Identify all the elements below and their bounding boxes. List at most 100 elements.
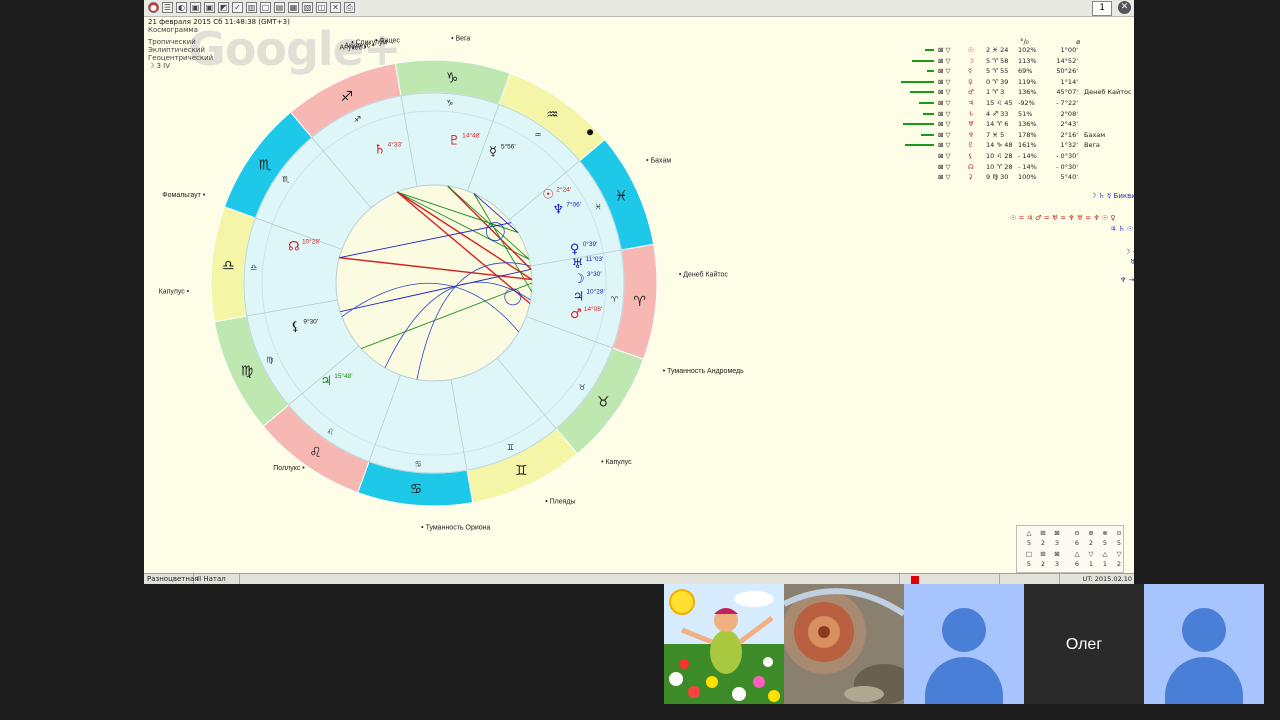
conjunct-star: Вега — [1084, 141, 1100, 150]
planet-position: 0 ♈ 39 — [986, 77, 1009, 86]
aspect-table-row[interactable]: ⊠ ▽ ☿ 5 ♈ 55 69% 50°26' — [900, 66, 1132, 77]
count-value: 5 — [1102, 539, 1108, 547]
fixed-star-label: Фомальгаут • — [162, 192, 206, 199]
page-number-field[interactable]: 1 — [1092, 1, 1112, 16]
fixed-star-label: • Туманность Ориона — [421, 525, 490, 532]
orb-value: 2°08' — [1060, 109, 1078, 118]
aspect-table-row[interactable]: ⊠ ▽ ☉ 2 ♓ 24 102% 1°00' — [900, 45, 1132, 56]
aspect-table-row[interactable]: ⊠ ▽ ☊ 10 ♈ 28 - 14% - 0°30' — [900, 162, 1132, 173]
aspect-table-row[interactable]: ⊠ ▽ ♇ 14 ♑ 48 161% 1°32' Вега — [900, 140, 1132, 151]
planet-glyph: ♇ — [448, 133, 460, 148]
aspect-table-row[interactable]: ⊠ ▽ ♀ 0 ♈ 39 119% 1°14' — [900, 77, 1132, 88]
orb-value: 14°52' — [1056, 56, 1078, 65]
planet-position: 2 ♓ 24 — [986, 46, 1009, 54]
toolbar-button-14[interactable]: ✕ — [330, 2, 341, 13]
count-value: 5 — [1116, 539, 1122, 547]
inner-sign-glyph: ♏ — [282, 175, 290, 184]
strength-percent: -92% — [1018, 98, 1035, 107]
aspect-table-row[interactable]: ⊠ ▽ ♄ 4 ♐ 33 51% 2°08' — [900, 109, 1132, 120]
strength-bar — [912, 59, 934, 62]
sign-glyph: ♌ — [309, 445, 322, 461]
toolbar-button-8[interactable]: ▥ — [246, 2, 257, 13]
orb-value: 45°07' — [1056, 88, 1078, 97]
astro-chart-wheel: ♈ ♉ ♊ ♋ ♌ ♍ ♎ ♏ ♐ ♑ ♒ ♓ ♈ ♉ ♊ ♋ ♌ ♍ ♎ ♏ ♐ ♑ ♒ ♓ ♇ 14°48' ☿ 5°56' ♄ 4°… — [159, 36, 744, 532]
toolbar-button-4[interactable]: ▣ — [190, 2, 201, 13]
aspect-table-row[interactable]: ⊠ ▽ ♂ 1 ♈ 3 136% 45°07' Денеб Кайтос — [900, 87, 1132, 98]
planet-glyph: ♅ — [572, 257, 584, 272]
strength-bar — [923, 112, 934, 115]
video-tile-avatar-2[interactable] — [1144, 584, 1264, 704]
toolbar-button-10[interactable]: ▤ — [274, 2, 285, 13]
count-symbol: ▽ — [1116, 550, 1122, 558]
toolbar-button-1[interactable]: ● — [148, 2, 159, 13]
video-tile-mandala[interactable] — [784, 584, 904, 704]
aspect-table-row[interactable]: ⊠ ▽ ⚸ 10 ♌ 28 - 14% - 0°30' — [900, 151, 1132, 162]
planet-glyph: ♂ — [968, 88, 974, 97]
planet-degree: 14°08' — [584, 305, 602, 313]
video-tile-cartoon[interactable] — [664, 584, 784, 704]
planet-glyph: ♄ — [374, 143, 386, 158]
toolbar-button-5[interactable]: ▣ — [204, 2, 215, 13]
toolbar-button-9[interactable]: ▢ — [260, 2, 271, 13]
avatar-body — [1165, 657, 1243, 704]
strength-bar — [919, 101, 934, 104]
toolbar-button-15[interactable]: ⎙ — [344, 2, 355, 13]
aspect-table-row[interactable]: ⊠ ▽ ♃ 15 ♌ 45 -92% - 7°22' — [900, 98, 1132, 109]
orb-value: 1°00' — [1060, 46, 1078, 54]
aspect-symbols: ⊠ ▽ — [938, 67, 951, 76]
aspect-table-row[interactable]: ⊠ ▽ ♆ 7 ♓ 5 178% 2°16' Бахам — [900, 130, 1132, 141]
toolbar-button-11[interactable]: ▦ — [288, 2, 299, 13]
inner-sign-glyph: ♌ — [327, 427, 334, 436]
planet-glyph: ♃ — [573, 290, 585, 305]
sign-glyph: ♎ — [222, 258, 235, 274]
aspect-counts: △ 5 □ 5 ⊞ 2 ⊞ 2 ⊠ 3 ⊠ 3 ⊖ 6 △ 6 ⊕ 2 ▽ 1 ⊗ 5 △ 1 ⊙ 5 ▽ 2 — [1016, 525, 1124, 573]
strength-percent: 69% — [1018, 67, 1033, 76]
planet-position: 14 ♑ 48 — [986, 141, 1013, 150]
video-tile-avatar-1[interactable] — [904, 584, 1024, 704]
planet-degree: 14°48' — [462, 131, 480, 139]
planet-degree: 10°28' — [302, 237, 320, 245]
planet-degree: 2°24' — [556, 186, 571, 194]
planet-degree: 4°33' — [388, 141, 403, 149]
sign-glyph: ♐ — [340, 89, 353, 105]
planet-glyph: ♃ — [968, 98, 974, 107]
inner-sign-glyph: ♓ — [594, 203, 601, 212]
strength-percent: - 14% — [1018, 162, 1037, 171]
ascendant-marker — [587, 129, 594, 136]
status-seg-b — [1000, 574, 1060, 584]
formula-line: ☽ → ♂ — [1124, 248, 1134, 256]
toolbar-button-6[interactable]: ◩ — [218, 2, 229, 13]
aspect-table-row[interactable]: ⊠ ▽ ⚳ 9 ♍ 30 100% 5°40' — [900, 172, 1132, 183]
fixed-star-label: • Бахам — [646, 158, 671, 165]
orb-value: 2°43' — [1060, 120, 1078, 129]
strength-bar — [910, 91, 934, 94]
orb-value: 1°14' — [1060, 77, 1078, 86]
planet-glyph: ⚸ — [291, 319, 301, 334]
toolbar-button-2[interactable]: ☰ — [162, 2, 173, 13]
status-style[interactable]: Разноцветная — [144, 574, 198, 584]
toolbar: ● ☰ ◐ ▣ ▣ ◩ ✓ ▥ ▢ ▤ ▦ ▧ ◫ ✕ ⎙ — [144, 0, 1134, 17]
toolbar-button-7[interactable]: ✓ — [232, 2, 243, 13]
inner-sign-glyph: ♈ — [611, 295, 618, 304]
planet-degree: 7°06' — [566, 200, 581, 208]
toolbar-button-13[interactable]: ◫ — [316, 2, 327, 13]
close-icon[interactable]: ✕ — [1118, 1, 1131, 14]
aspect-table-row[interactable]: ⊠ ▽ ♅ 14 ♈ 6 136% 2°43' — [900, 119, 1132, 130]
inner-sign-glyph: ♍ — [266, 355, 273, 364]
aspect-table-row[interactable]: ⊠ ▽ ☽ 5 ♈ 58 113% 14°52' — [900, 56, 1132, 67]
status-mode[interactable]: II Натал — [194, 574, 240, 584]
formula-line: ♅ → ♅ ♀ — [1130, 258, 1134, 266]
toolbar-button-12[interactable]: ▧ — [302, 2, 313, 13]
planet-degree: 9°30' — [303, 317, 318, 325]
toolbar-button-3[interactable]: ◐ — [176, 2, 187, 13]
status-indicator — [911, 576, 919, 584]
strength-percent: - 14% — [1018, 151, 1037, 160]
status-ut: UT: 2015.02.10 20:35:22 — [1082, 575, 1133, 583]
formula-line: ☽ ♄ ☿ Биквинтиль — [1090, 192, 1134, 200]
sign-glyph: ♓ — [615, 189, 628, 205]
planet-degree: 0°39' — [583, 240, 598, 248]
count-symbol: ⊖ — [1074, 529, 1080, 537]
video-tile-name[interactable]: Олег — [1024, 584, 1144, 704]
planet-position: 5 ♈ 55 — [986, 67, 1009, 76]
fixed-star-label: • Плеяды — [545, 498, 575, 505]
